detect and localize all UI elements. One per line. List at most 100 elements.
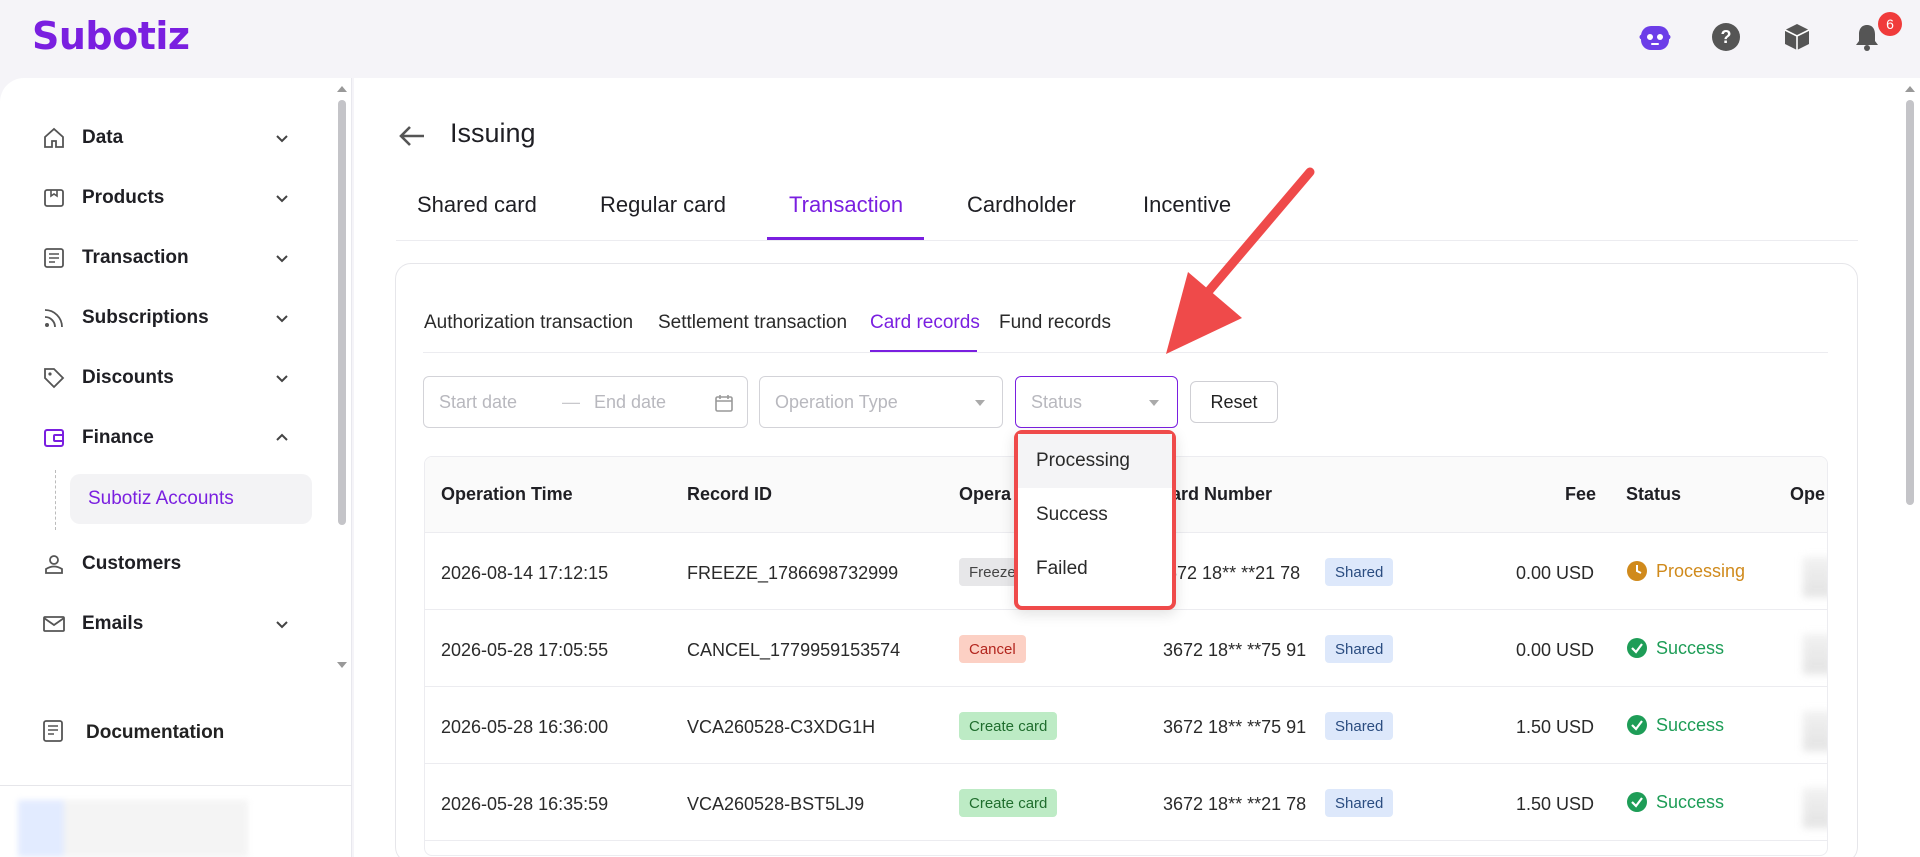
rss-icon bbox=[40, 304, 68, 332]
subtab-settlement-transaction[interactable]: Settlement transaction bbox=[658, 312, 847, 334]
table-row[interactable]: 2026-05-28 16:36:00 VCA260528-C3XDG1H Cr… bbox=[425, 687, 1827, 764]
row-action-blurred[interactable] bbox=[1803, 788, 1827, 828]
date-range-picker[interactable]: Start date — End date bbox=[423, 376, 748, 428]
brand-logo[interactable]: Subotiz bbox=[32, 14, 190, 58]
status-cell: Success bbox=[1626, 637, 1724, 659]
check-circle-icon bbox=[1627, 638, 1647, 658]
row-action-blurred[interactable] bbox=[1803, 557, 1827, 597]
start-date-placeholder[interactable]: Start date bbox=[439, 392, 517, 413]
sidebar-item-label: Data bbox=[82, 127, 124, 148]
check-circle-icon bbox=[1627, 715, 1647, 735]
page-title: Issuing bbox=[450, 118, 536, 148]
status-option-success[interactable]: Success bbox=[1018, 488, 1172, 542]
top-bar: Subotiz ? 6 bbox=[0, 0, 1920, 78]
documentation-link[interactable]: Documentation bbox=[40, 715, 224, 751]
reset-button[interactable]: Reset bbox=[1190, 381, 1278, 423]
tab-shared-card[interactable]: Shared card bbox=[417, 192, 537, 218]
wallet-icon bbox=[40, 424, 68, 452]
back-arrow-icon[interactable] bbox=[396, 120, 428, 152]
tab-regular-card[interactable]: Regular card bbox=[600, 192, 726, 218]
sidebar-item-transaction[interactable]: Transaction bbox=[40, 238, 302, 278]
sidebar-scrollbar[interactable] bbox=[334, 78, 350, 678]
chevron-down-icon bbox=[276, 621, 288, 629]
table-row[interactable]: 2026-05-28 16:35:59 VCA260528-BST5LJ9 Cr… bbox=[425, 764, 1827, 841]
package-icon[interactable] bbox=[1780, 20, 1814, 54]
column-header: Status bbox=[1626, 484, 1682, 504]
column-header: Ope bbox=[1790, 484, 1826, 504]
help-icon[interactable]: ? bbox=[1709, 20, 1743, 54]
status-option-failed[interactable]: Failed bbox=[1018, 542, 1172, 596]
subtab-card-records[interactable]: Card records bbox=[870, 312, 980, 334]
column-header: Operation Time bbox=[441, 484, 573, 504]
card-number-cell: 3672 18** **21 78 bbox=[1163, 794, 1307, 814]
notification-count-badge: 6 bbox=[1878, 12, 1902, 36]
table-row[interactable]: 2026-05-28 17:05:55 CANCEL_1779959153574… bbox=[425, 610, 1827, 687]
operation-tag: Create card bbox=[959, 789, 1058, 817]
fee-cell: 1.50 USD bbox=[1516, 794, 1595, 814]
status-select[interactable]: Status bbox=[1015, 376, 1178, 428]
row-action-blurred[interactable] bbox=[1803, 634, 1827, 674]
record-id-cell: VCA260528-C3XDG1H bbox=[687, 717, 876, 737]
column-header: Fee bbox=[1565, 484, 1597, 504]
sidebar-item-label: Discounts bbox=[82, 367, 174, 388]
card-type-tag: Shared bbox=[1325, 712, 1394, 740]
status-option-processing[interactable]: Processing bbox=[1018, 434, 1172, 488]
sidebar-item-label: Customers bbox=[82, 553, 182, 574]
svg-text:?: ? bbox=[1721, 27, 1732, 47]
home-icon bbox=[40, 124, 68, 152]
chevron-down-icon bbox=[276, 195, 288, 203]
sidebar-item-products[interactable]: Products bbox=[40, 178, 302, 218]
operation-time-cell: 2026-08-14 17:12:15 bbox=[441, 563, 609, 583]
end-date-placeholder[interactable]: End date bbox=[594, 392, 666, 413]
caret-down-icon bbox=[975, 400, 985, 406]
tag-icon bbox=[40, 364, 68, 392]
subtab-fund-records[interactable]: Fund records bbox=[999, 312, 1111, 334]
page-scrollbar[interactable] bbox=[1900, 78, 1920, 857]
documentation-label: Documentation bbox=[86, 722, 225, 743]
tab-cardholder[interactable]: Cardholder bbox=[967, 192, 1076, 218]
sidebar-scroll-thumb[interactable] bbox=[338, 100, 346, 525]
sidebar-item-data[interactable]: Data bbox=[40, 118, 302, 158]
page-scroll-thumb[interactable] bbox=[1906, 100, 1914, 505]
tab-transaction[interactable]: Transaction bbox=[789, 192, 903, 218]
record-id-cell: FREEZE_1786698732999 bbox=[687, 563, 899, 583]
sidebar-item-subscriptions[interactable]: Subscriptions bbox=[40, 298, 302, 338]
status-cell: Success bbox=[1626, 714, 1724, 736]
status-placeholder: Status bbox=[1031, 392, 1083, 412]
sidebar-subitem-subotiz-accounts[interactable]: Subotiz Accounts bbox=[70, 474, 312, 524]
sidebar-item-finance[interactable]: Finance bbox=[40, 418, 302, 458]
sidebar-item-label: Emails bbox=[82, 613, 144, 634]
column-header: Opera bbox=[959, 484, 1012, 504]
user-profile-blurred[interactable] bbox=[18, 800, 248, 857]
subtabs-divider bbox=[423, 352, 1828, 353]
operation-type-placeholder: Operation Type bbox=[775, 392, 898, 412]
column-header: Record ID bbox=[687, 484, 773, 504]
status-label: Success bbox=[1656, 637, 1725, 658]
record-id-cell: VCA260528-BST5LJ9 bbox=[687, 794, 865, 814]
operation-time-cell: 2026-05-28 16:36:00 bbox=[441, 717, 609, 737]
chevron-down-icon bbox=[276, 375, 288, 383]
assistant-bot-icon[interactable] bbox=[1638, 20, 1672, 54]
operation-tag: Cancel bbox=[959, 635, 1026, 663]
tab-incentive[interactable]: Incentive bbox=[1143, 192, 1231, 218]
tabs-divider bbox=[396, 240, 1858, 241]
sidebar-item-label: Transaction bbox=[82, 247, 189, 268]
mail-icon bbox=[40, 610, 68, 638]
sidebar-divider bbox=[0, 785, 352, 786]
card-number-cell: 3672 18** **21 78 bbox=[1157, 563, 1301, 583]
sidebar-item-label: Subscriptions bbox=[82, 307, 209, 328]
operation-type-select[interactable]: Operation Type bbox=[759, 376, 1003, 428]
card-number-cell: 3672 18** **75 91 bbox=[1163, 717, 1307, 737]
sidebar-item-emails[interactable]: Emails bbox=[40, 604, 302, 644]
documentation-icon bbox=[40, 718, 66, 749]
fee-cell: 0.00 USD bbox=[1516, 640, 1595, 660]
sidebar-item-customers[interactable]: Customers bbox=[40, 544, 302, 584]
sidebar-item-discounts[interactable]: Discounts bbox=[40, 358, 302, 398]
operation-tag: Create card bbox=[959, 712, 1058, 740]
clock-icon bbox=[1627, 561, 1647, 581]
subtab-authorization-transaction[interactable]: Authorization transaction bbox=[424, 312, 633, 334]
row-action-blurred[interactable] bbox=[1803, 711, 1827, 751]
card-number-cell: 3672 18** **75 91 bbox=[1163, 640, 1307, 660]
card-type-tag: Shared bbox=[1325, 789, 1394, 817]
status-cell: Success bbox=[1626, 791, 1724, 813]
